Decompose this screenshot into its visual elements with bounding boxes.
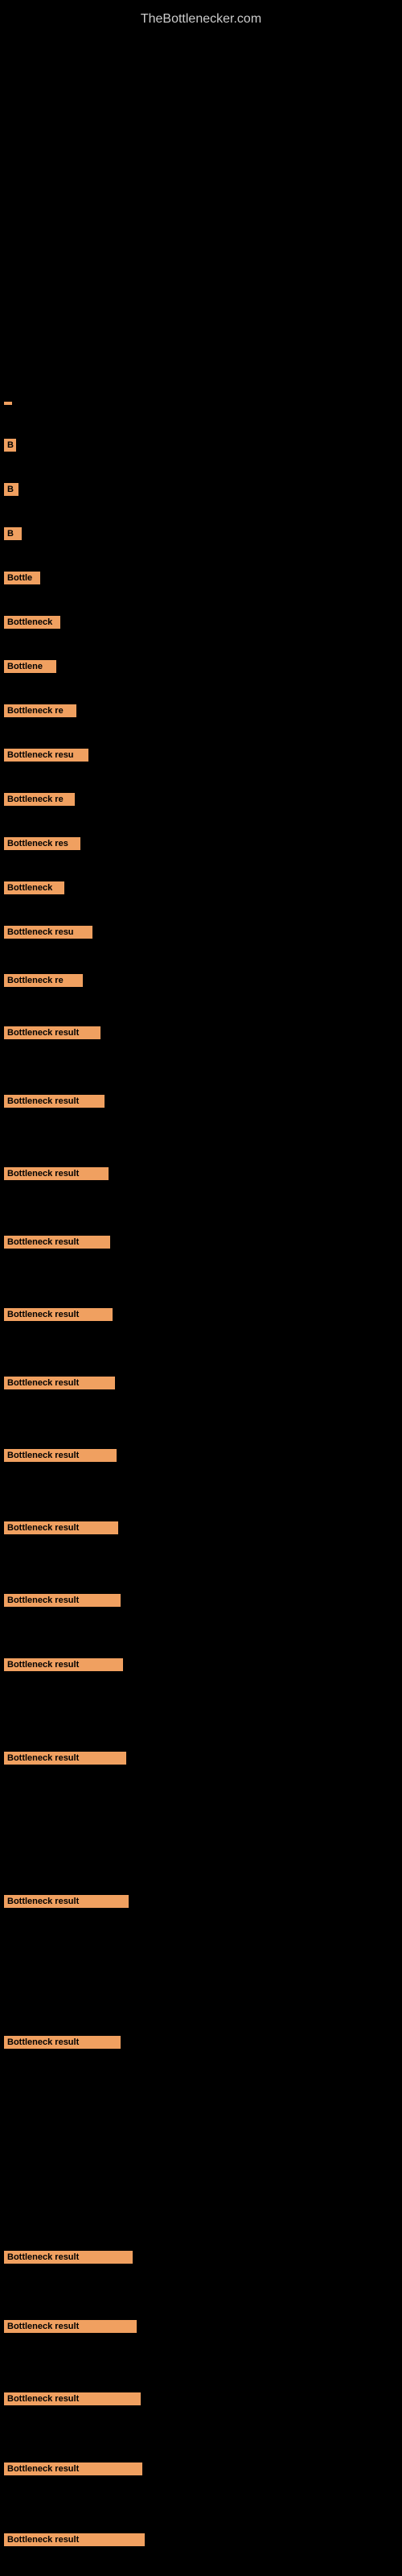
bottleneck-bar: B [4, 527, 22, 540]
bottleneck-bar: Bottleneck result [4, 2036, 121, 2049]
bottleneck-bar: Bottleneck result [4, 2320, 137, 2333]
bottleneck-bar-row: Bottleneck resu [4, 749, 88, 766]
bottleneck-bar-row: Bottleneck result [4, 1594, 121, 1611]
bottleneck-bar: Bottleneck re [4, 704, 76, 717]
bottleneck-bar-row: Bottleneck result [4, 2036, 121, 2053]
bottleneck-bar: Bottleneck re [4, 974, 83, 987]
bottleneck-bar: Bottleneck result [4, 1308, 113, 1321]
bottleneck-bar: Bottleneck result [4, 1167, 109, 1180]
bottleneck-bar-row: Bottle [4, 572, 40, 588]
bottleneck-bar: Bottleneck result [4, 1594, 121, 1607]
bottleneck-bar-row: Bottleneck res [4, 837, 80, 854]
bottleneck-bar: Bottleneck result [4, 1026, 100, 1039]
bottleneck-bar-row: Bottleneck result [4, 1095, 105, 1112]
bottleneck-bar-row: Bottleneck [4, 881, 64, 898]
bottleneck-bar: Bottleneck result [4, 1521, 118, 1534]
bottleneck-bar: Bottleneck result [4, 1658, 123, 1671]
bottleneck-bar: Bottleneck result [4, 2533, 145, 2546]
bottleneck-bar: Bottleneck result [4, 1377, 115, 1389]
bottleneck-bar-row: Bottleneck result [4, 1449, 117, 1466]
bottleneck-bar-row: Bottleneck resu [4, 926, 92, 943]
bottleneck-bar: Bottleneck result [4, 1895, 129, 1908]
bottleneck-bar-row: Bottlene [4, 660, 56, 677]
bottleneck-bar-row: Bottleneck result [4, 1658, 123, 1675]
bottleneck-bar: Bottle [4, 572, 40, 584]
bottleneck-bar-row: Bottleneck result [4, 1752, 126, 1769]
bottleneck-bar-row: Bottleneck result [4, 2392, 141, 2409]
bottleneck-bar-row: B [4, 483, 18, 500]
bottleneck-bar: Bottleneck result [4, 1449, 117, 1462]
bottleneck-bar: Bottleneck result [4, 2251, 133, 2264]
bottleneck-bar-row: B [4, 527, 22, 544]
bottleneck-bar-row: Bottleneck result [4, 2320, 137, 2337]
bottleneck-bar: B [4, 439, 16, 452]
bottleneck-bar-row: Bottleneck re [4, 974, 83, 991]
bottleneck-bar-row: Bottleneck result [4, 1167, 109, 1184]
bottleneck-bar: Bottleneck result [4, 1236, 110, 1249]
bottleneck-bar-row: Bottleneck result [4, 1236, 110, 1253]
bottleneck-bar: B [4, 483, 18, 496]
bottleneck-bar-row: Bottleneck result [4, 1521, 118, 1538]
bottleneck-bar: Bottleneck resu [4, 926, 92, 939]
bottleneck-bar-row: Bottleneck re [4, 704, 76, 721]
bottleneck-bar-row: Bottleneck result [4, 2462, 142, 2479]
bottleneck-bar-row: Bottleneck re [4, 793, 75, 810]
bottleneck-bar: Bottleneck [4, 881, 64, 894]
bottleneck-bar-row: Bottleneck result [4, 1377, 115, 1393]
bottleneck-bar-row [4, 394, 12, 409]
bottleneck-bar: Bottleneck result [4, 2462, 142, 2475]
bottleneck-bar: Bottleneck result [4, 2392, 141, 2405]
bottleneck-bar-row: B [4, 439, 16, 456]
bottleneck-bar-row: Bottleneck result [4, 1308, 113, 1325]
bottleneck-bar-row: Bottleneck [4, 616, 60, 633]
bottleneck-bar-row: Bottleneck result [4, 2533, 145, 2550]
bottleneck-bar: Bottleneck re [4, 793, 75, 806]
bottleneck-bar: Bottlene [4, 660, 56, 673]
bottleneck-bar: Bottleneck [4, 616, 60, 629]
bottleneck-bar-row: Bottleneck result [4, 1026, 100, 1043]
bottleneck-bar: Bottleneck res [4, 837, 80, 850]
site-title: TheBottlenecker.com [0, 4, 402, 35]
bottleneck-bar: Bottleneck result [4, 1095, 105, 1108]
bottleneck-bar-row: Bottleneck result [4, 2251, 133, 2268]
bottleneck-bar: Bottleneck resu [4, 749, 88, 762]
bottleneck-bar [4, 402, 12, 405]
bottleneck-bar: Bottleneck result [4, 1752, 126, 1765]
bottleneck-bar-row: Bottleneck result [4, 1895, 129, 1912]
